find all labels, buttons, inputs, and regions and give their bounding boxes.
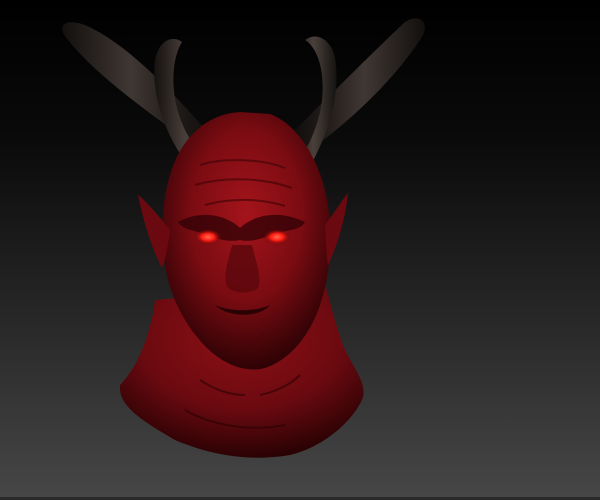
demon-bust-model[interactable] — [0, 0, 600, 500]
left-back-horn — [62, 22, 215, 150]
right-ear — [325, 193, 348, 265]
left-eye — [194, 229, 222, 245]
sculpt-viewport[interactable] — [0, 0, 600, 500]
right-eye — [263, 229, 291, 245]
